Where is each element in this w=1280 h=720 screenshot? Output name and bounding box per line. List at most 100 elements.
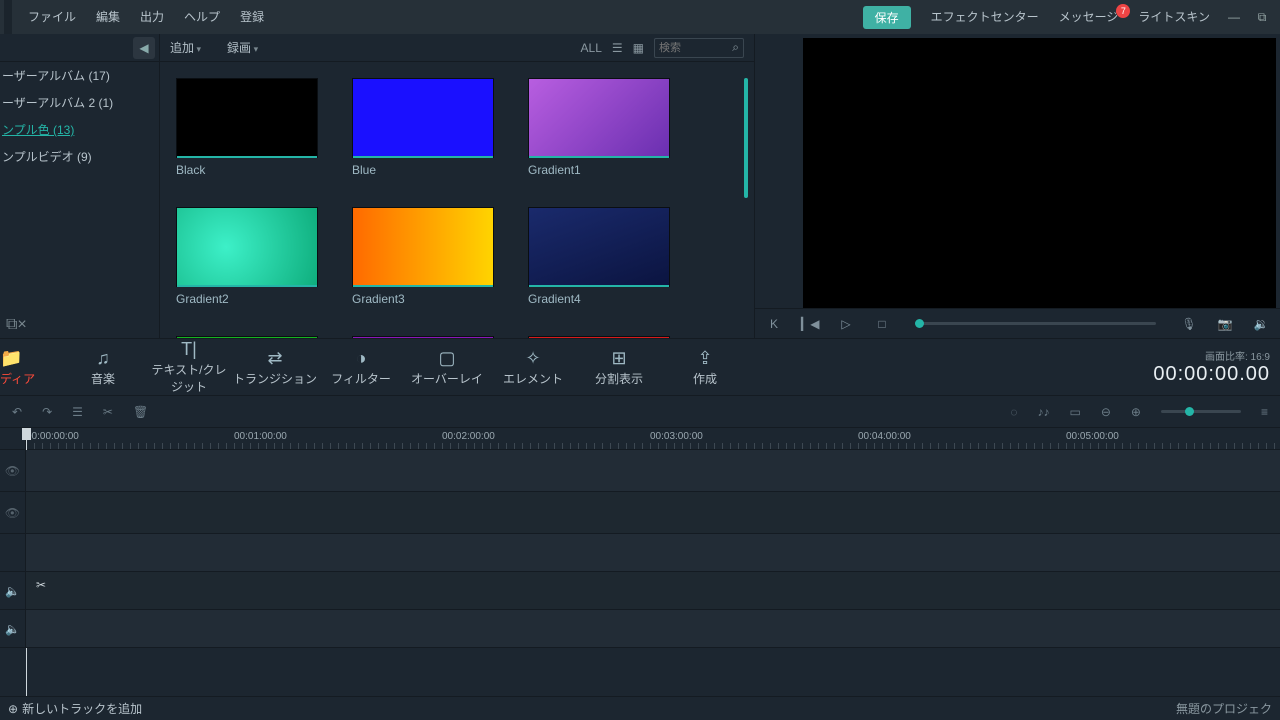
video-track-2[interactable]	[26, 492, 1280, 533]
search-box[interactable]: ⌕	[654, 38, 744, 58]
search-input[interactable]	[659, 42, 719, 54]
media-thumbnail[interactable]: Black	[176, 78, 318, 177]
redo-button[interactable]: ↷	[42, 405, 52, 419]
render-indicator-icon[interactable]: ◌	[1010, 405, 1017, 419]
step-back-button[interactable]: ▎◀	[801, 317, 819, 331]
category-tab[interactable]: ♫音楽	[60, 348, 146, 387]
swatch-preview[interactable]	[352, 336, 494, 338]
save-button[interactable]: 保存	[863, 6, 911, 29]
preview-slider[interactable]	[915, 322, 1156, 325]
swatch-preview[interactable]	[528, 336, 670, 338]
media-thumbnail[interactable]: Blue	[352, 78, 494, 177]
play-button[interactable]: ▷	[837, 317, 855, 331]
undo-button[interactable]: ↶	[12, 405, 22, 419]
media-thumbnail[interactable]	[352, 336, 494, 338]
zoom-slider[interactable]	[1161, 410, 1241, 413]
fx-placeholder-icon: ✂	[36, 578, 46, 592]
category-label: エレメント	[490, 370, 576, 387]
track-audio-icon[interactable]: 🔈	[0, 572, 26, 609]
status-bar: ⊕ 新しいトラックを追加 無題のプロジェク	[0, 696, 1280, 720]
swatch-label: Black	[176, 158, 318, 177]
menu-file[interactable]: ファイル	[18, 0, 86, 34]
media-thumbnail[interactable]	[176, 336, 318, 338]
fx-center-link[interactable]: エフェクトセンター	[921, 0, 1049, 34]
media-thumbnail[interactable]: Gradient4	[528, 207, 670, 306]
preview-viewport	[803, 38, 1276, 308]
swatch-label: Gradient1	[528, 158, 670, 177]
swatch-preview[interactable]	[176, 78, 318, 158]
menu-register[interactable]: 登録	[230, 0, 274, 34]
lightskin-link[interactable]: ライトスキン	[1128, 0, 1220, 34]
track-visibility-icon[interactable]: 👁	[0, 492, 26, 533]
menu-output[interactable]: 出力	[130, 0, 174, 34]
add-dropdown[interactable]: 追加	[170, 39, 201, 56]
swatch-preview[interactable]	[176, 336, 318, 338]
album-item[interactable]: ーザーアルバム 2 (1)	[0, 89, 159, 116]
search-icon[interactable]: ⌕	[732, 40, 739, 55]
menubar: ファイル 編集 出力 ヘルプ 登録 保存 エフェクトセンター メッセージ 7 ラ…	[0, 0, 1280, 34]
timeline-menu-icon[interactable]: ≡	[1261, 405, 1268, 419]
menu-edit[interactable]: 編集	[86, 0, 130, 34]
swatch-label: Gradient4	[528, 287, 670, 306]
category-tab[interactable]: ⇄トランジション	[232, 348, 318, 387]
timeline-ruler[interactable]: 00:00:00:0000:01:00:0000:02:00:0000:03:0…	[0, 428, 1280, 450]
category-icon: 📁	[0, 348, 40, 370]
prev-keyframe-button[interactable]: K	[765, 317, 783, 331]
browser-scrollbar[interactable]	[744, 78, 748, 198]
minimize-button[interactable]: —	[1220, 10, 1248, 24]
sidebar-back-button[interactable]: ◀	[133, 37, 155, 59]
maximize-button[interactable]: ⧉	[1248, 10, 1276, 25]
media-thumbnail[interactable]: Gradient3	[352, 207, 494, 306]
swatch-preview[interactable]	[528, 207, 670, 287]
window-handle[interactable]	[4, 0, 12, 34]
album-item[interactable]: ーザーアルバム (17)	[0, 62, 159, 89]
audio-track-1[interactable]	[26, 572, 1280, 609]
album-item[interactable]: ンプル色 (13)	[0, 116, 159, 143]
ruler-tick: 00:03:00:00	[650, 431, 703, 442]
stop-button[interactable]: □	[873, 317, 891, 331]
swatch-preview[interactable]	[528, 78, 670, 158]
menu-help[interactable]: ヘルプ	[174, 0, 230, 34]
voiceover-icon[interactable]: 🎙	[1180, 317, 1198, 331]
add-track-button[interactable]: ⊕ 新しいトラックを追加	[8, 700, 142, 717]
category-label: 音楽	[60, 370, 146, 387]
grid-view-icon[interactable]: ▦	[633, 41, 644, 55]
media-thumbnail[interactable]	[528, 336, 670, 338]
category-tab[interactable]: ⊞分割表示	[576, 348, 662, 387]
list-icon[interactable]: ☰	[72, 405, 83, 419]
category-tab[interactable]: ⇪作成	[662, 348, 748, 387]
category-tab[interactable]: 📁ディア	[0, 348, 40, 387]
snapshot-icon[interactable]: 📷	[1216, 317, 1234, 331]
track-visibility-icon[interactable]: 👁	[0, 450, 26, 491]
track-audio-icon[interactable]: 🔈	[0, 610, 26, 647]
fx-track[interactable]	[26, 534, 1280, 571]
import-icon[interactable]: ⧉×	[6, 316, 27, 334]
video-track-1[interactable]	[26, 450, 1280, 491]
album-item[interactable]: ンプルビデオ (9)	[0, 143, 159, 170]
volume-icon[interactable]: 🔉	[1252, 317, 1270, 331]
swatch-preview[interactable]	[176, 207, 318, 287]
category-tab[interactable]: ▢オーバーレイ	[404, 348, 490, 387]
category-label: トランジション	[232, 370, 318, 387]
category-tab[interactable]: ◑フィルター	[318, 348, 404, 387]
category-tab[interactable]: ✧エレメント	[490, 348, 576, 387]
media-thumbnail[interactable]: Gradient1	[528, 78, 670, 177]
marker-icon[interactable]: ▭	[1070, 405, 1081, 419]
media-thumbnail[interactable]: Gradient2	[176, 207, 318, 306]
delete-button[interactable]: 🗑	[133, 405, 148, 419]
swatch-preview[interactable]	[352, 78, 494, 158]
track-lock-icon[interactable]	[0, 534, 26, 571]
filter-all[interactable]: ALL	[581, 41, 602, 55]
record-dropdown[interactable]: 録画	[227, 39, 258, 56]
audio-track-2[interactable]	[26, 610, 1280, 647]
audio-tool-icon[interactable]: ♪♪	[1038, 405, 1050, 419]
category-label: テキスト/クレジット	[146, 361, 232, 395]
category-tab[interactable]: T|テキスト/クレジット	[146, 339, 232, 395]
cut-button[interactable]: ✂	[103, 405, 113, 419]
swatch-preview[interactable]	[352, 207, 494, 287]
list-view-icon[interactable]: ☰	[612, 41, 623, 55]
zoom-out-button[interactable]: ⊖	[1101, 405, 1111, 419]
message-link[interactable]: メッセージ 7	[1049, 0, 1129, 34]
zoom-in-button[interactable]: ⊕	[1131, 405, 1141, 419]
media-sidebar: ◀ ーザーアルバム (17)ーザーアルバム 2 (1)ンプル色 (13)ンプルビ…	[0, 34, 160, 338]
